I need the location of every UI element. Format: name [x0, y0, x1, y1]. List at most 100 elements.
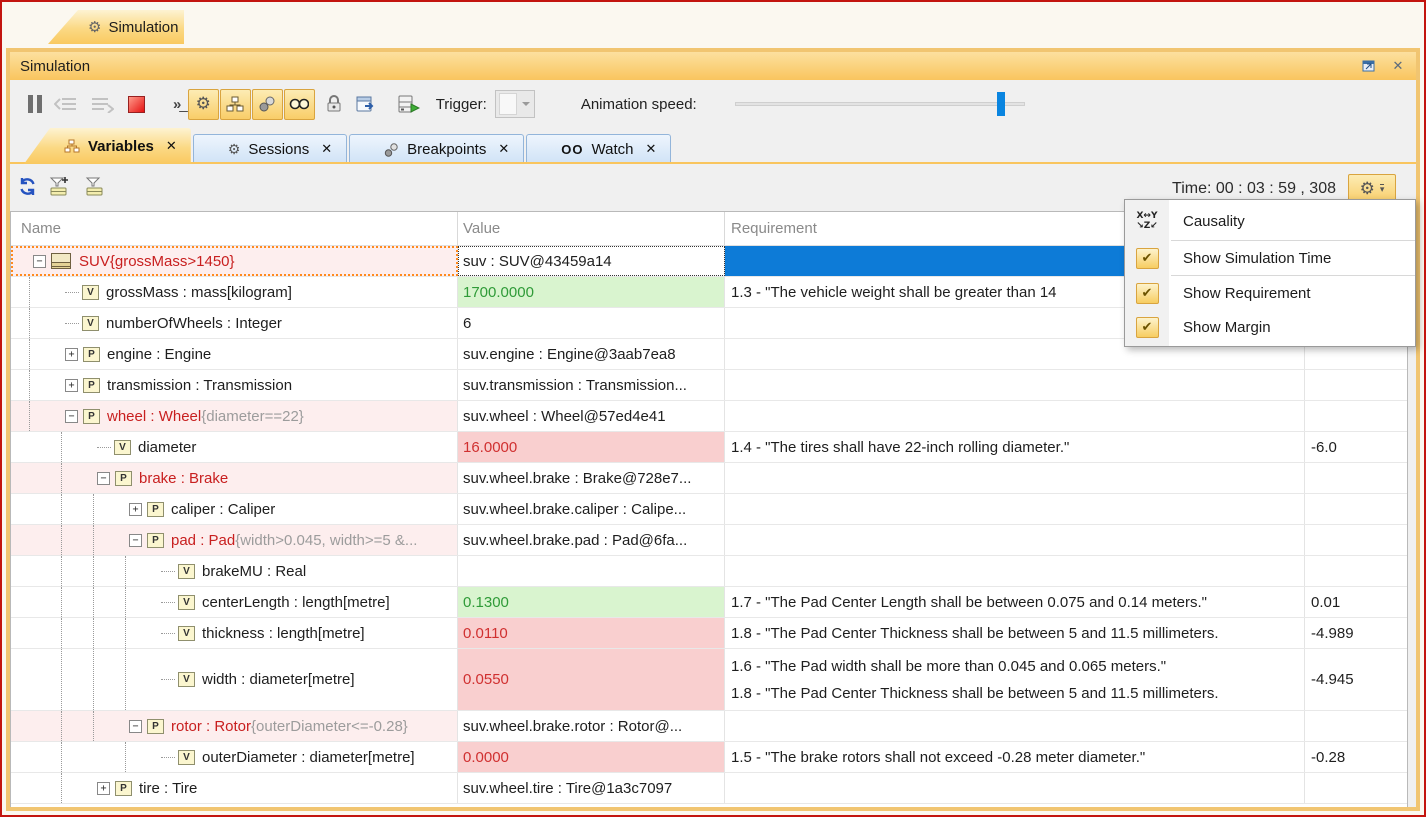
tab-sessions[interactable]: ⚙Sessions✕ [193, 134, 347, 164]
table-row-wheel[interactable]: −Pwheel : Wheel {diameter==22}suv.wheel … [11, 401, 1407, 432]
gear-icon: ⚙ [88, 18, 101, 36]
table-row-caliper[interactable]: + Pcaliper : Caliper suv.wheel.brake.calip… [11, 494, 1407, 525]
value-cell[interactable]: 0.0550 [458, 649, 725, 710]
simulation-panel: Simulation ✕ »_ ⚙ [6, 48, 1420, 811]
menu-item-show-requirement[interactable]: ✔ Show Requirement [1125, 276, 1415, 310]
value-property-icon: V [178, 750, 195, 765]
value-cell[interactable]: suv.wheel : Wheel@57ed4e41 [458, 401, 725, 431]
table-row-brake[interactable]: −Pbrake : Brakesuv.wheel.brake : Brake@7… [11, 463, 1407, 494]
checkbox-checked-icon[interactable]: ✔ [1136, 317, 1159, 338]
float-window-icon[interactable] [1360, 59, 1376, 73]
value-cell[interactable]: suv.transmission : Transmission... [458, 370, 725, 400]
remove-filter-button[interactable] [83, 176, 105, 201]
stop-button[interactable] [128, 96, 145, 113]
collapse-icon[interactable]: − [33, 255, 46, 268]
value-cell[interactable]: 0.1300 [458, 587, 725, 617]
value-cell[interactable]: suv.wheel.brake.caliper : Calipe... [458, 494, 725, 524]
expand-icon[interactable]: + [97, 782, 110, 795]
menu-item-show-margin[interactable]: ✔Show Margin [1125, 310, 1415, 344]
name-cell: + Ptransmission : Transmission [11, 370, 458, 400]
expand-icon[interactable]: + [65, 379, 78, 392]
value-cell[interactable]: 1700.0000 [458, 277, 725, 307]
export-button[interactable] [398, 95, 420, 114]
value-cell[interactable]: 0.0110 [458, 618, 725, 648]
table-row-thickness[interactable]: Vthickness : length[metre]0.01101.8 - "T… [11, 618, 1407, 649]
checkbox-checked-icon[interactable]: ✔ [1136, 283, 1159, 304]
menu-item-show-simulation-time[interactable]: ✔Show Simulation Time [1125, 241, 1415, 275]
open-console-button[interactable] [356, 95, 376, 113]
checkbox-checked-icon[interactable]: ✔ [1136, 248, 1159, 269]
value-cell[interactable]: suv.wheel.brake.pad : Pad@6fa... [458, 525, 725, 555]
step-into-button[interactable] [54, 95, 78, 113]
margin-cell [1305, 556, 1407, 586]
collapse-icon[interactable]: − [129, 534, 142, 547]
overflow-chevron-icon[interactable]: »_ [173, 96, 188, 113]
table-row-transmission[interactable]: + Ptransmission : Transmission suv.transmi… [11, 370, 1407, 401]
value-cell[interactable]: suv.wheel.brake.rotor : Rotor@... [458, 711, 725, 741]
dock-tab-simulation[interactable]: ⚙ Simulation [48, 10, 184, 44]
table-row-rotor[interactable]: −Protor : Rotor{outerDiameter<=-0.28}suv… [11, 711, 1407, 742]
menu-item-label: Show Requirement [1169, 285, 1311, 302]
lock-button[interactable] [326, 95, 342, 113]
name-cell: −Pwheel : Wheel {diameter==22} [11, 401, 458, 431]
slider-track [735, 102, 1025, 106]
close-window-icon[interactable]: ✕ [1390, 59, 1406, 73]
expand-icon[interactable]: + [65, 348, 78, 361]
table-row-brakemu[interactable]: VbrakeMU : Real [11, 556, 1407, 587]
table-row-pad[interactable]: −Ppad : Pad {width>0.045, width>=5 &...s… [11, 525, 1407, 556]
tab-label: Watch [592, 141, 634, 158]
pause-button[interactable] [28, 95, 42, 113]
close-icon[interactable]: ✕ [645, 142, 656, 157]
value-property-icon: V [82, 316, 99, 331]
value-cell[interactable]: suv.wheel.brake : Brake@728e7... [458, 463, 725, 493]
requirement-line: 1.6 - "The Pad width shall be more than … [731, 653, 1304, 680]
trigger-label: Trigger: [436, 96, 487, 113]
part-property-icon: P [83, 378, 100, 393]
row-name-label: transmission : Transmission [107, 377, 292, 394]
menu-item-causality[interactable]: X↔Y↘Z↙Causality [1125, 202, 1415, 240]
close-icon[interactable]: ✕ [166, 139, 177, 154]
table-row-tire[interactable]: +Ptire : Tiresuv.wheel.tire : Tire@1a3c7… [11, 773, 1407, 804]
tree-stub [65, 292, 79, 293]
name-content: + Pcaliper : Caliper [21, 494, 457, 524]
breakpoints-toggle-button[interactable] [252, 89, 283, 120]
row-name-label: caliper : Caliper [171, 501, 275, 518]
collapse-icon[interactable]: − [129, 720, 142, 733]
margin-cell [1305, 370, 1407, 400]
value-cell[interactable]: suv.engine : Engine@3aab7ea8 [458, 339, 725, 369]
tab-variables[interactable]: Variables✕ [24, 128, 191, 164]
expand-icon[interactable]: + [129, 503, 142, 516]
variables-toggle-button[interactable] [220, 89, 251, 120]
trigger-combo[interactable] [495, 90, 535, 118]
part-property-icon: P [147, 502, 164, 517]
value-cell[interactable]: suv.wheel.tire : Tire@1a3c7097 [458, 773, 725, 803]
step-over-button[interactable] [90, 95, 114, 113]
requirement-line: 1.8 - "The Pad Center Thickness shall be… [731, 680, 1304, 707]
table-row-outerdiameter[interactable]: VouterDiameter : diameter[metre]0.00001.… [11, 742, 1407, 773]
pause-icon [28, 95, 33, 113]
options-toggle-button[interactable]: ⚙ [188, 89, 219, 120]
close-icon[interactable]: ✕ [321, 142, 332, 157]
name-cell: −Pbrake : Brake [11, 463, 458, 493]
value-cell[interactable]: 0.0000 [458, 742, 725, 772]
slider-thumb[interactable] [997, 92, 1005, 116]
tab-watch[interactable]: OOWatch✕ [526, 134, 671, 164]
table-row-width[interactable]: Vwidth : diameter[metre]0.05501.6 - "The… [11, 649, 1407, 711]
requirement-cell [725, 525, 1305, 555]
collapse-icon[interactable]: − [97, 472, 110, 485]
tab-breakpoints[interactable]: Breakpoints✕ [349, 134, 524, 164]
watch-toggle-button[interactable] [284, 89, 315, 120]
close-icon[interactable]: ✕ [498, 142, 509, 157]
collapse-icon[interactable]: − [65, 410, 78, 423]
refresh-button[interactable] [18, 177, 37, 201]
value-cell[interactable]: 6 [458, 308, 725, 338]
table-row-diameter[interactable]: Vdiameter16.00001.4 - "The tires shall h… [11, 432, 1407, 463]
animation-speed-slider[interactable] [735, 92, 1025, 116]
value-cell[interactable]: suv : SUV@43459a14 [458, 246, 725, 276]
margin-cell [1305, 401, 1407, 431]
value-cell[interactable] [458, 556, 725, 586]
add-filter-button[interactable] [49, 176, 71, 201]
value-cell[interactable]: 16.0000 [458, 432, 725, 462]
table-row-centerlength[interactable]: VcenterLength : length[metre]0.13001.7 -… [11, 587, 1407, 618]
requirement-cell [725, 773, 1305, 803]
